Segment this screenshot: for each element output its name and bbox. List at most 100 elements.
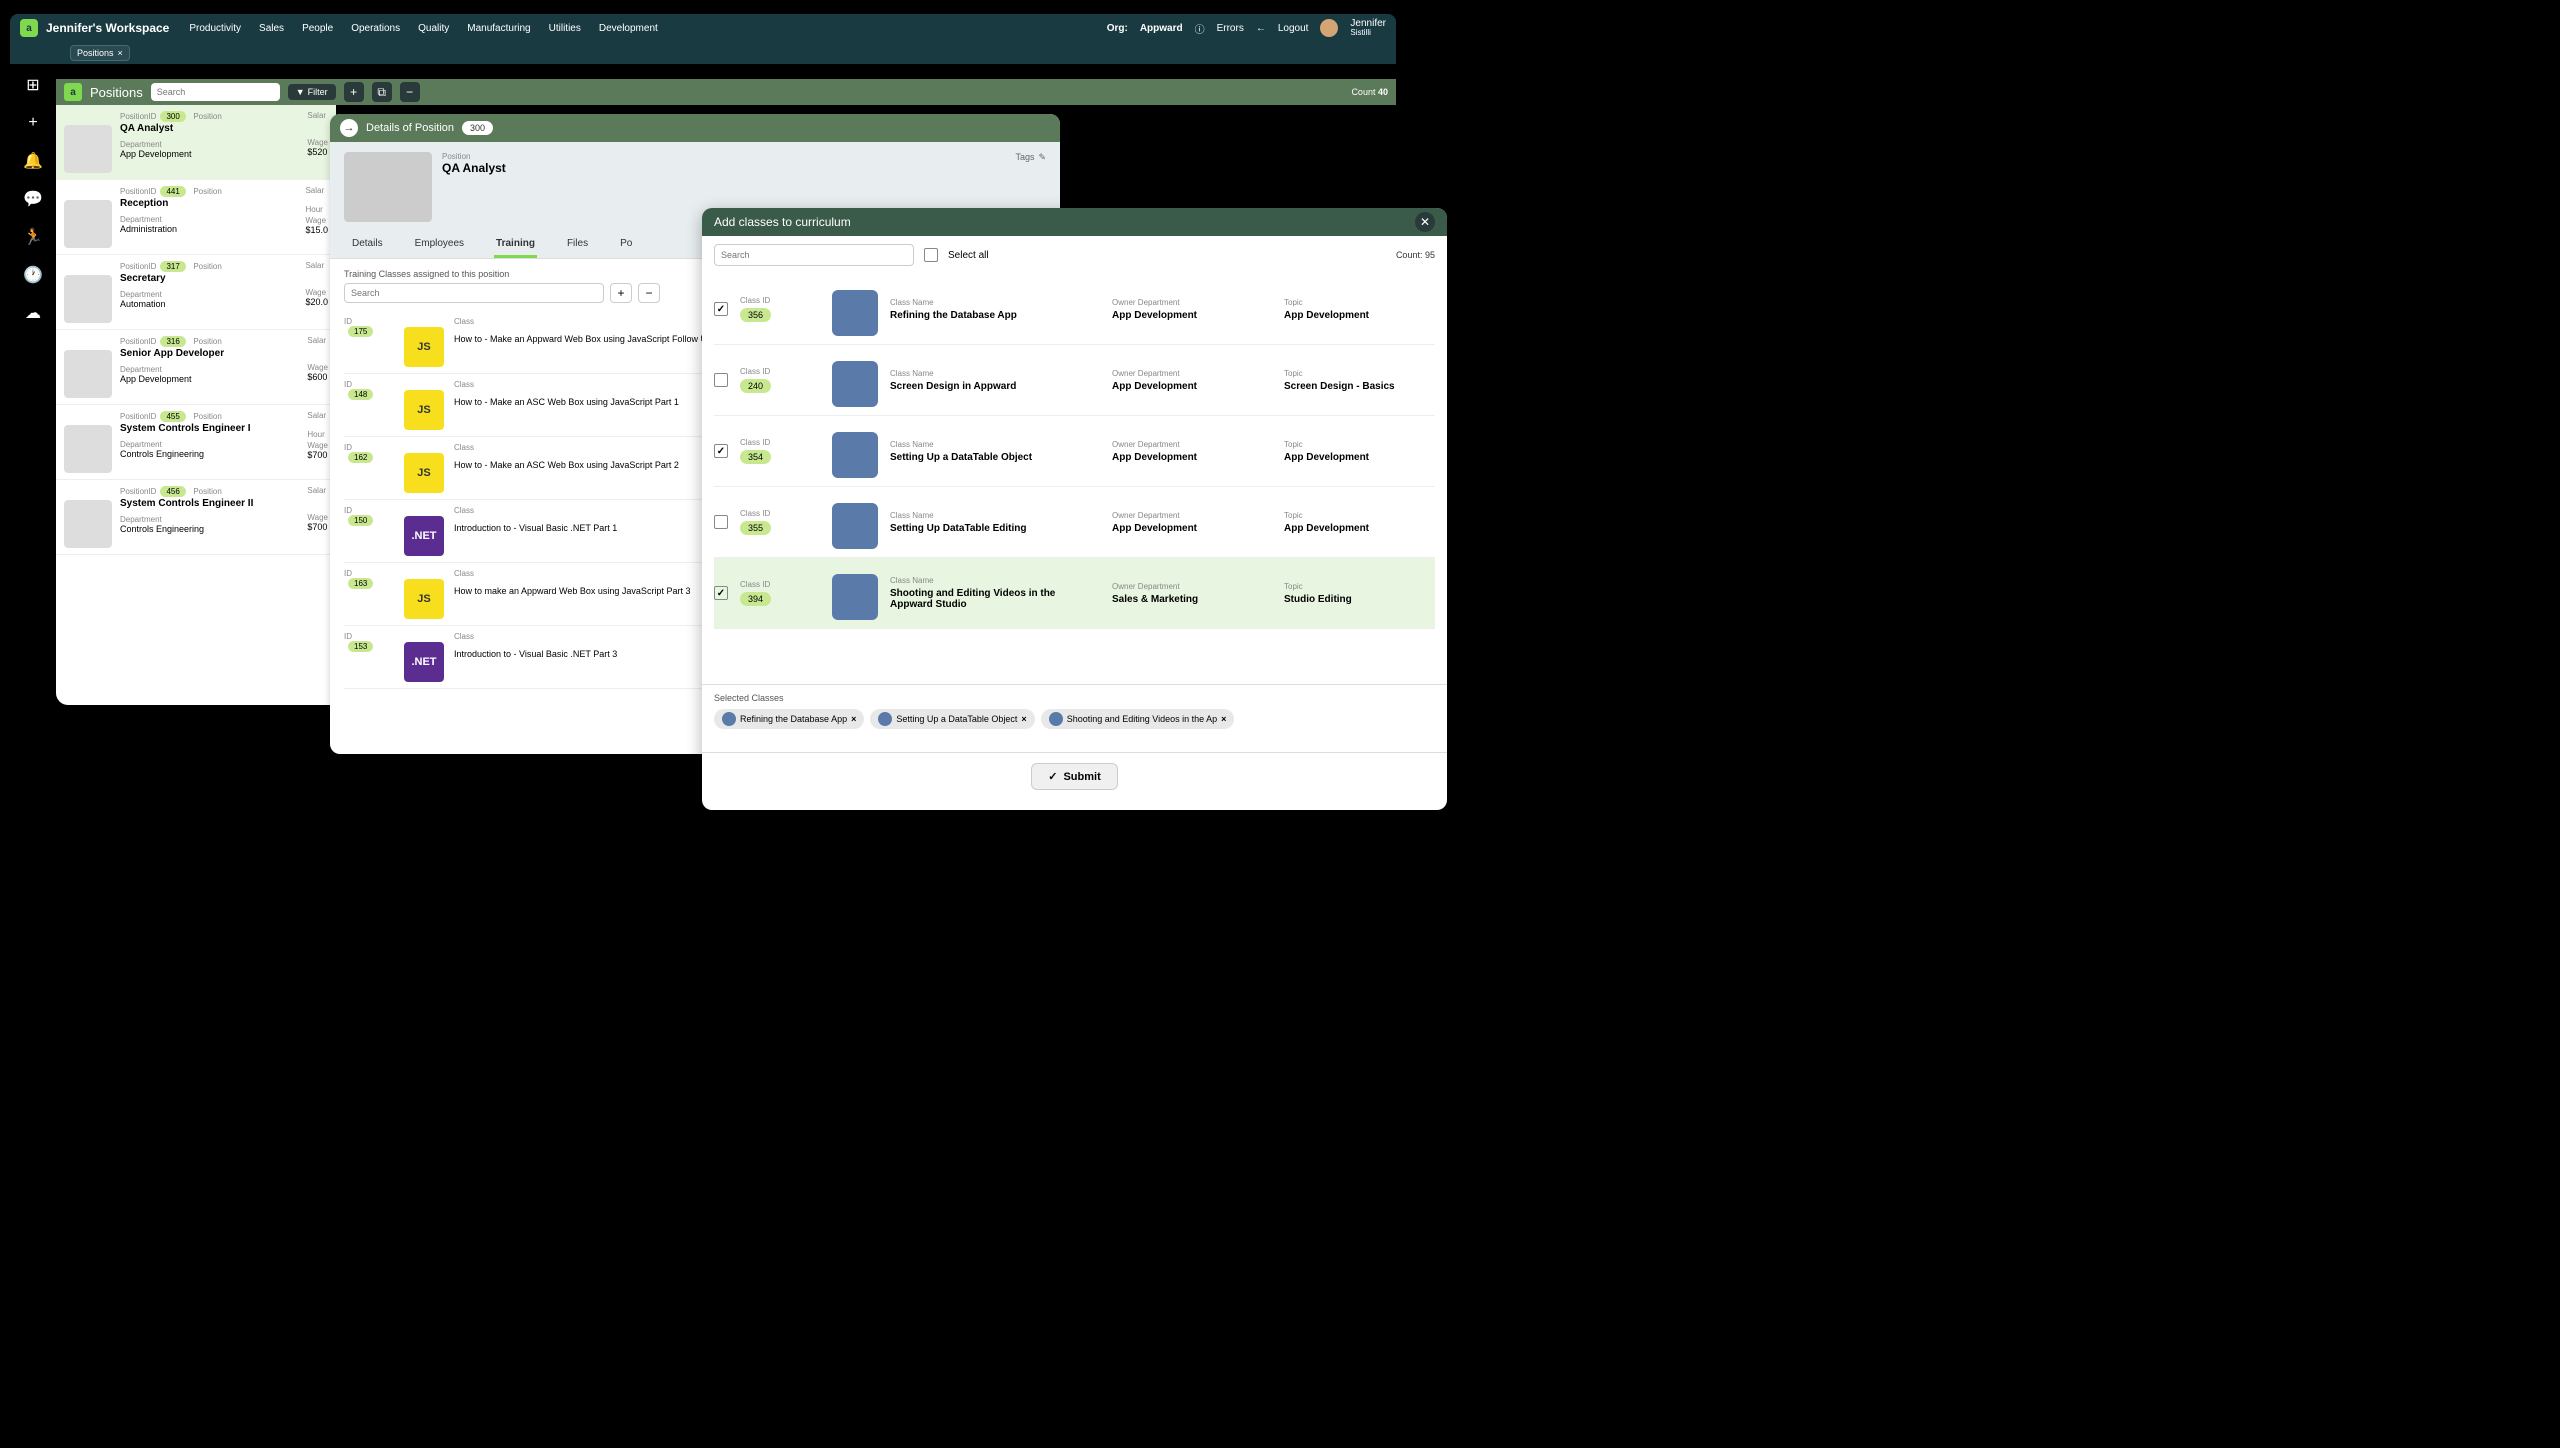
breadcrumb-tag[interactable]: Positions × — [70, 45, 130, 61]
nav-item[interactable]: Productivity — [189, 23, 241, 34]
position-item[interactable]: PositionID317 Position Secretary Departm… — [56, 255, 336, 330]
row-checkbox[interactable] — [714, 302, 728, 316]
chip-icon — [722, 712, 736, 726]
position-thumb — [64, 425, 112, 473]
class-thumb: .NET — [404, 516, 444, 556]
add-class-button[interactable]: + — [610, 283, 632, 303]
modal-class-row[interactable]: Class ID354 Class NameSetting Up a DataT… — [714, 416, 1435, 487]
close-icon[interactable]: × — [118, 48, 123, 58]
position-info: Position QA Analyst — [442, 152, 506, 222]
modal-count: Count: 95 — [1396, 250, 1435, 260]
nav-item[interactable]: Manufacturing — [467, 23, 530, 34]
tab-po[interactable]: Po — [618, 232, 634, 258]
position-item[interactable]: PositionID316 Position Senior App Develo… — [56, 330, 336, 405]
position-thumb — [64, 275, 112, 323]
position-item[interactable]: PositionID441 Position Reception Departm… — [56, 180, 336, 255]
clock-icon[interactable]: 🕐 — [24, 266, 42, 284]
tab-training[interactable]: Training — [494, 232, 537, 258]
edit-tags-icon[interactable]: ✎ — [1038, 152, 1046, 163]
selected-chip: Setting Up a DataTable Object× — [870, 709, 1034, 729]
positions-search[interactable] — [151, 83, 280, 101]
class-thumb: JS — [404, 453, 444, 493]
class-thumb — [832, 574, 878, 620]
nav-item[interactable]: Operations — [351, 23, 400, 34]
submit-button[interactable]: ✓ Submit — [1031, 763, 1118, 790]
topbar-right: Org: Appward ⓘ Errors ← Logout Jennifer … — [1107, 19, 1386, 37]
chip-remove-icon[interactable]: × — [1221, 714, 1226, 724]
nav-menu: Productivity Sales People Operations Quality… — [189, 23, 1106, 34]
copy-button[interactable]: ⧉ — [372, 82, 392, 102]
run-icon[interactable]: 🏃 — [24, 228, 42, 246]
filter-button[interactable]: ▼Filter — [288, 84, 336, 100]
class-thumb — [832, 432, 878, 478]
selected-section: Selected Classes Refining the Database A… — [702, 684, 1447, 752]
user-avatar[interactable] — [1320, 19, 1338, 37]
modal-close-button[interactable]: ✕ — [1415, 212, 1435, 232]
tab-employees[interactable]: Employees — [413, 232, 466, 258]
position-item[interactable]: PositionID300 Position QA Analyst Depart… — [56, 105, 336, 180]
nav-item[interactable]: Sales — [259, 23, 284, 34]
logout-link[interactable]: Logout — [1278, 23, 1309, 34]
class-thumb: .NET — [404, 642, 444, 682]
apps-icon[interactable]: ⊞ — [24, 76, 42, 94]
selected-chip: Refining the Database App× — [714, 709, 864, 729]
class-thumb: JS — [404, 390, 444, 430]
errors-icon[interactable]: ⓘ — [1195, 21, 1205, 36]
position-item[interactable]: PositionID456 Position System Controls E… — [56, 480, 336, 555]
position-name: QA Analyst — [442, 161, 506, 175]
row-checkbox[interactable] — [714, 515, 728, 529]
chip-remove-icon[interactable]: × — [1021, 714, 1026, 724]
add-classes-modal: Add classes to curriculum ✕ Select all C… — [702, 208, 1447, 810]
org-value: Appward — [1140, 23, 1183, 34]
plus-icon[interactable]: + — [24, 114, 42, 132]
modal-class-row[interactable]: Class ID240 Class NameScreen Design in A… — [714, 345, 1435, 416]
nav-item[interactable]: People — [302, 23, 333, 34]
cloud-icon[interactable]: ☁ — [24, 304, 42, 322]
modal-toolbar: Select all Count: 95 — [702, 236, 1447, 274]
logout-icon[interactable]: ← — [1256, 23, 1266, 34]
position-thumb — [64, 125, 112, 173]
selected-label: Selected Classes — [714, 693, 1435, 703]
left-sidebar: ⊞ + 🔔 💬 🏃 🕐 ☁ — [10, 64, 56, 704]
modal-search[interactable] — [714, 244, 914, 266]
modal-class-row[interactable]: Class ID355 Class NameSetting Up DataTab… — [714, 487, 1435, 558]
select-all-label: Select all — [948, 250, 989, 261]
chip-remove-icon[interactable]: × — [851, 714, 856, 724]
nav-item[interactable]: Development — [599, 23, 658, 34]
detail-title: Details of Position — [366, 122, 454, 134]
nav-item[interactable]: Quality — [418, 23, 449, 34]
position-thumb — [64, 350, 112, 398]
positions-title: Positions — [90, 85, 143, 100]
training-search[interactable] — [344, 283, 604, 303]
position-thumb — [64, 500, 112, 548]
select-all-checkbox[interactable] — [924, 248, 938, 262]
tab-details[interactable]: Details — [350, 232, 385, 258]
nav-item[interactable]: Utilities — [549, 23, 581, 34]
modal-class-row[interactable]: Class ID356 Class NameRefining the Datab… — [714, 274, 1435, 345]
bell-icon[interactable]: 🔔 — [24, 152, 42, 170]
modal-class-row[interactable]: Class ID394 Class NameShooting and Editi… — [714, 558, 1435, 629]
back-arrow-icon[interactable]: → — [340, 119, 358, 137]
tab-files[interactable]: Files — [565, 232, 590, 258]
count-display: Count 40 — [1351, 87, 1388, 97]
remove-class-button[interactable]: − — [638, 283, 660, 303]
top-bar: a Jennifer's Workspace ProductivitySales… — [10, 14, 1396, 42]
row-checkbox[interactable] — [714, 373, 728, 387]
check-icon: ✓ — [1048, 770, 1057, 783]
positions-logo: a — [64, 83, 82, 101]
add-button[interactable]: + — [344, 82, 364, 102]
chat-icon[interactable]: 💬 — [24, 190, 42, 208]
position-image — [344, 152, 432, 222]
class-thumb — [832, 361, 878, 407]
class-thumb — [832, 503, 878, 549]
position-item[interactable]: PositionID455 Position System Controls E… — [56, 405, 336, 480]
class-thumb — [832, 290, 878, 336]
row-checkbox[interactable] — [714, 586, 728, 600]
row-checkbox[interactable] — [714, 444, 728, 458]
breadcrumb-bar: Positions × — [10, 42, 1396, 64]
remove-button[interactable]: − — [400, 82, 420, 102]
errors-link[interactable]: Errors — [1217, 23, 1244, 34]
positions-toolbar: a Positions ▼Filter + ⧉ − Count 40 — [56, 79, 1396, 105]
position-thumb — [64, 200, 112, 248]
detail-id-badge: 300 — [462, 121, 493, 135]
